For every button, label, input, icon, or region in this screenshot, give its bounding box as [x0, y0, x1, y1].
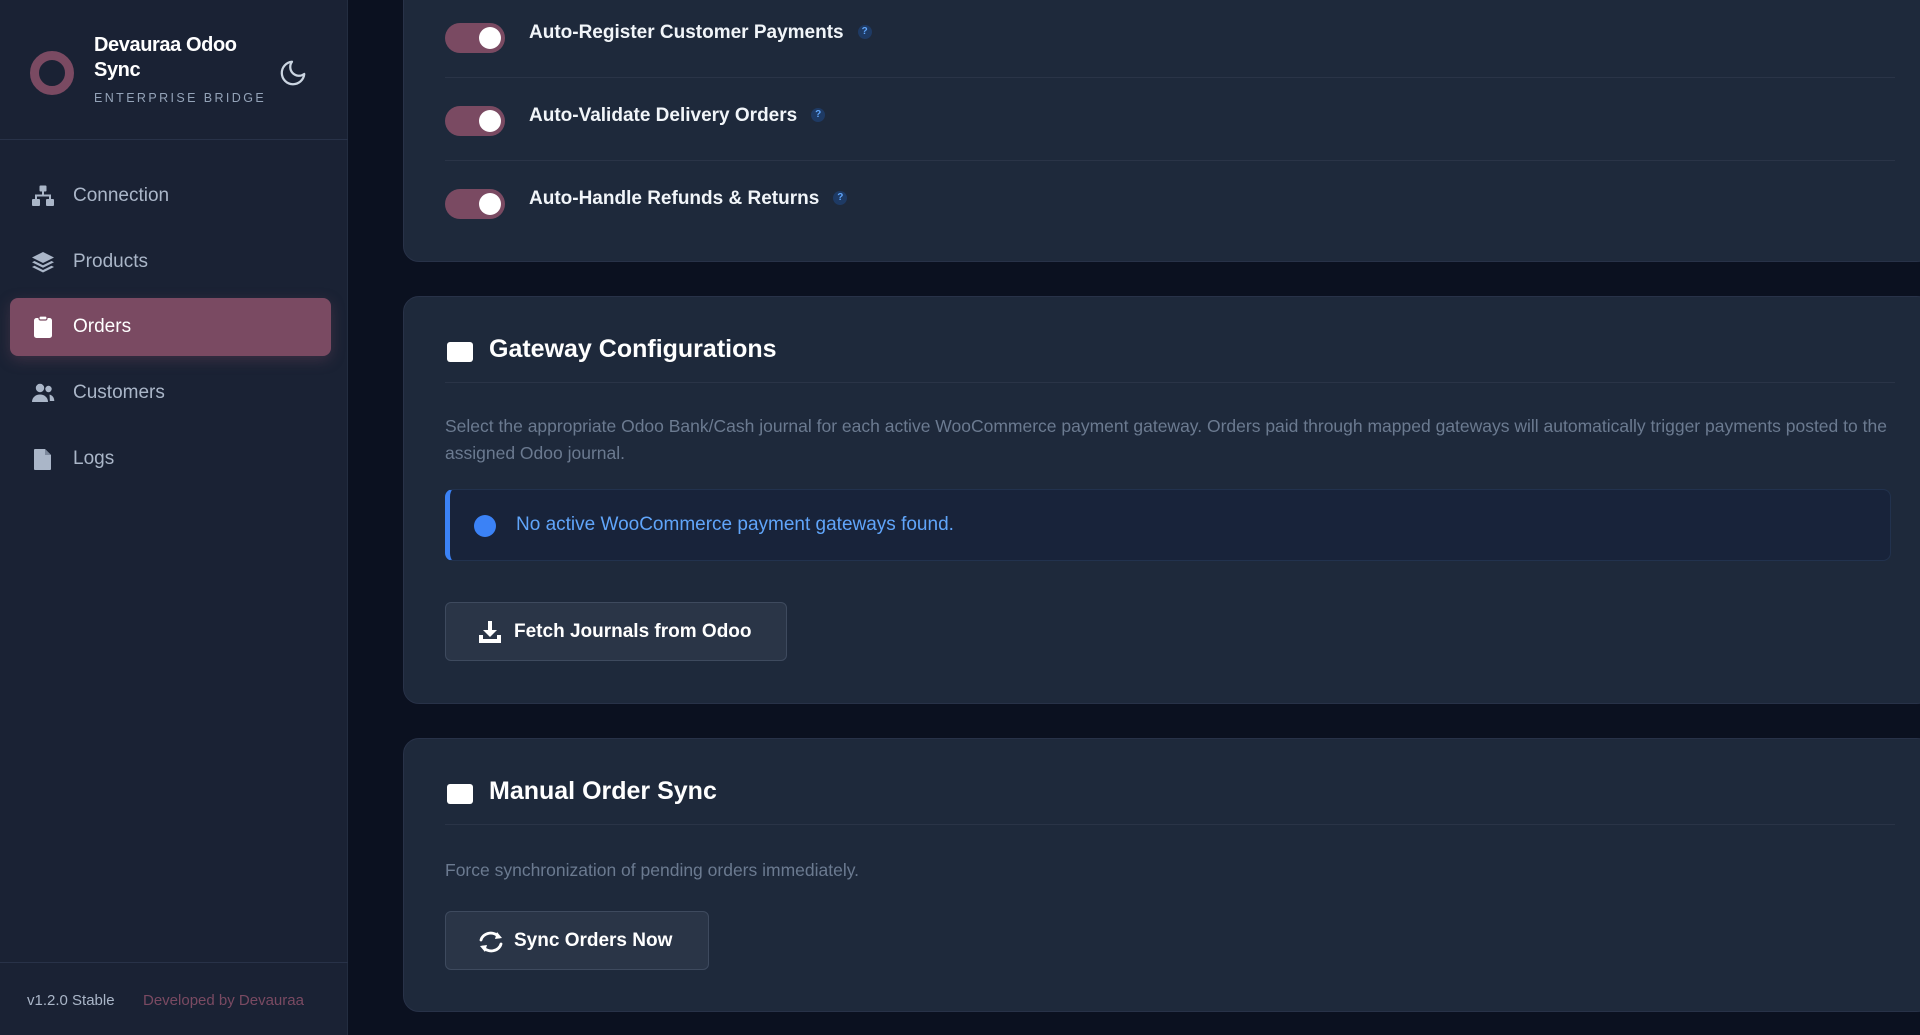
- toggle-label: Auto-Validate Delivery Orders?: [529, 105, 826, 127]
- sidebar-item-label: Customers: [73, 382, 165, 403]
- toggle-label-text: Auto-Register Customer Payments: [529, 22, 844, 43]
- toggle-row-validate-delivery: Auto-Validate Delivery Orders?: [445, 78, 1895, 161]
- button-label: Sync Orders Now: [514, 930, 673, 951]
- help-icon[interactable]: ?: [857, 25, 872, 39]
- developer-credit: Developed by Devauraa: [143, 992, 304, 1009]
- toggle-row-register-payments: Auto-Register Customer Payments?: [445, 0, 1895, 78]
- info-icon: [474, 515, 496, 537]
- sidebar-item-connection[interactable]: Connection: [10, 167, 331, 225]
- sidebar-footer: v1.2.0 Stable Developed by Devauraa: [0, 962, 348, 1035]
- auto-register-payments-toggle[interactable]: [445, 23, 505, 53]
- toggle-row-handle-refunds: Auto-Handle Refunds & Returns?: [445, 161, 1895, 244]
- toggle-label-text: Auto-Validate Delivery Orders: [529, 105, 798, 126]
- card-description: Force synchronization of pending orders …: [445, 860, 860, 880]
- brand-title: Devauraa Odoo Sync: [94, 34, 237, 81]
- toggle-knob: [479, 110, 501, 132]
- manual-sync-card: Manual Order Sync Force synchronization …: [403, 738, 1920, 1012]
- users-icon: [31, 381, 55, 405]
- automation-card: Auto-Register Customer Payments? Auto-Va…: [403, 0, 1920, 262]
- info-notice: No active WooCommerce payment gateways f…: [445, 489, 1891, 561]
- brand-logo: [30, 51, 74, 95]
- sidebar-item-label: Logs: [73, 448, 115, 469]
- sync-orders-button[interactable]: Sync Orders Now: [445, 911, 709, 970]
- fetch-journals-button[interactable]: Fetch Journals from Odoo: [445, 602, 787, 661]
- sidebar-item-orders[interactable]: Orders: [10, 298, 331, 356]
- clipboard-icon: [31, 315, 55, 339]
- sitemap-icon: [31, 184, 55, 208]
- card-icon: [447, 784, 473, 804]
- sidebar-item-customers[interactable]: Customers: [10, 364, 331, 422]
- toggle-label: Auto-Register Customer Payments?: [529, 22, 872, 44]
- sidebar-item-label: Orders: [73, 316, 132, 337]
- toggle-knob: [479, 193, 501, 215]
- sync-icon: [478, 930, 503, 953]
- version-label: v1.2.0 Stable: [27, 992, 115, 1009]
- card-title: Gateway Configurations: [489, 335, 777, 363]
- card-header: Manual Order Sync: [445, 739, 1895, 825]
- toggle-label-text: Auto-Handle Refunds & Returns: [529, 188, 820, 209]
- brand-subtitle: ENTERPRISE BRIDGE: [94, 91, 267, 105]
- layers-icon: [31, 250, 55, 274]
- auto-handle-refunds-toggle[interactable]: [445, 189, 505, 219]
- toggle-label: Auto-Handle Refunds & Returns?: [529, 188, 848, 210]
- sidebar-item-label: Products: [73, 251, 148, 272]
- card-icon: [447, 342, 473, 362]
- brand-header: Devauraa Odoo Sync ENTERPRISE BRIDGE: [0, 0, 348, 140]
- file-icon: [31, 447, 55, 471]
- toggle-knob: [479, 27, 501, 49]
- download-icon: [478, 621, 502, 643]
- card-title: Manual Order Sync: [489, 777, 717, 805]
- sidebar-item-logs[interactable]: Logs: [10, 430, 331, 488]
- sidebar-item-label: Connection: [73, 185, 170, 206]
- help-icon[interactable]: ?: [833, 191, 848, 205]
- help-icon[interactable]: ?: [811, 108, 826, 122]
- moon-icon[interactable]: [278, 58, 308, 88]
- card-header: Gateway Configurations: [445, 297, 1895, 383]
- sidebar-item-products[interactable]: Products: [10, 233, 331, 291]
- auto-validate-delivery-toggle[interactable]: [445, 106, 505, 136]
- button-label: Fetch Journals from Odoo: [514, 621, 752, 642]
- gateway-config-card: Gateway Configurations Select the approp…: [403, 296, 1920, 704]
- info-notice-text: No active WooCommerce payment gateways f…: [516, 514, 954, 535]
- card-description: Select the appropriate Odoo Bank/Cash jo…: [445, 416, 1887, 463]
- sidebar: Devauraa Odoo Sync ENTERPRISE BRIDGE Con…: [0, 0, 348, 1035]
